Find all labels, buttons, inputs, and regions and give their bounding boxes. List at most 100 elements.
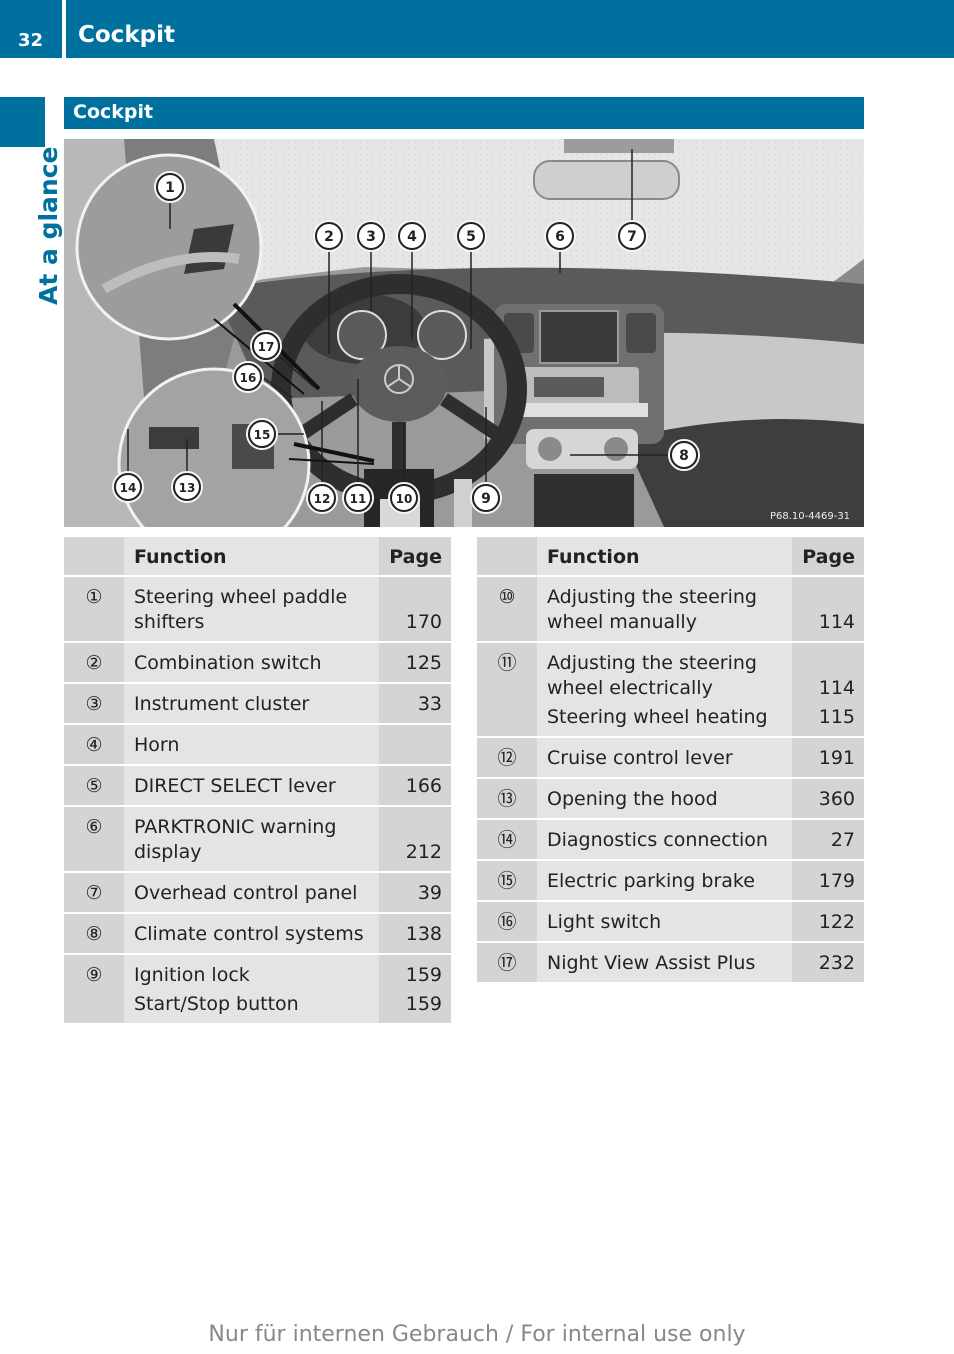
item-number: ⑪: [477, 643, 537, 738]
callout-label: 13: [179, 481, 196, 495]
callout-14: 14: [112, 471, 144, 503]
page-number-link[interactable]: 212: [383, 840, 442, 865]
function-cell: Steering wheel paddle shifters: [124, 577, 379, 643]
page-number-link[interactable]: 122: [796, 910, 855, 935]
callout-16: 16: [232, 361, 264, 393]
chapter-title: Cockpit: [78, 22, 175, 48]
page-cell: 138: [379, 914, 451, 955]
page-number-link[interactable]: 138: [383, 922, 442, 947]
page-reference[interactable]: 27: [796, 828, 855, 853]
callout-label: 15: [254, 428, 271, 442]
steering-wheel-hub: [351, 346, 447, 422]
function-table-left: Function Page ① Steering wheel paddle shif…: [64, 537, 451, 1025]
function-text: Steering wheel heating: [547, 706, 768, 728]
page-reference[interactable]: 125: [383, 651, 442, 676]
function-text: wheel electrically: [547, 677, 713, 699]
page-number-link[interactable]: 232: [796, 951, 855, 976]
page-number-link[interactable]: 125: [383, 651, 442, 676]
page-number-link[interactable]: 39: [383, 881, 442, 906]
page-reference[interactable]: 212: [383, 815, 442, 865]
page-number-link[interactable]: 33: [383, 692, 442, 717]
page-cell: 39: [379, 873, 451, 914]
function-entry: Steering wheel paddle shifters: [134, 585, 373, 635]
function-text: Cruise control lever: [547, 747, 733, 769]
page-cell: 159 159: [379, 955, 451, 1025]
page-reference[interactable]: [383, 733, 442, 758]
side-tab-marker: [0, 97, 45, 147]
function-entry: PARKTRONIC warning display: [134, 815, 373, 865]
function-cell: Electric parking brake: [537, 861, 792, 902]
page-reference[interactable]: 159: [383, 963, 442, 988]
table-row: ④ Horn: [64, 725, 451, 766]
table-row: ⑦ Overhead control panel 39: [64, 873, 451, 914]
page-reference[interactable]: 114: [796, 585, 855, 635]
page-number-link[interactable]: 166: [383, 774, 442, 799]
page-number-link[interactable]: 115: [796, 705, 855, 730]
function-cell: Combination switch: [124, 643, 379, 684]
callout-label: 17: [258, 340, 275, 354]
page-number-link[interactable]: 191: [796, 746, 855, 771]
page-reference[interactable]: 179: [796, 869, 855, 894]
function-entry: Electric parking brake: [547, 869, 786, 894]
page-reference[interactable]: 122: [796, 910, 855, 935]
page-reference[interactable]: 138: [383, 922, 442, 947]
page-reference[interactable]: 170: [383, 585, 442, 635]
function-text: PARKTRONIC warning: [134, 816, 337, 838]
page-cell: 232: [792, 943, 864, 984]
page-number-link[interactable]: 159: [383, 963, 442, 988]
callout-6: 6: [544, 220, 576, 252]
callout-label: 14: [120, 481, 137, 495]
page-reference[interactable]: 360: [796, 787, 855, 812]
section-heading-bar: Cockpit: [64, 97, 864, 129]
page-number-link[interactable]: [383, 733, 442, 758]
header-number: [477, 537, 537, 577]
function-cell: Cruise control lever: [537, 738, 792, 779]
page-number-link[interactable]: 159: [383, 992, 442, 1017]
page-reference[interactable]: 232: [796, 951, 855, 976]
page-number-link[interactable]: 360: [796, 787, 855, 812]
item-number: ⑩: [477, 577, 537, 643]
callout-7: 7: [616, 220, 648, 252]
page-number-link[interactable]: 114: [796, 610, 855, 635]
page-reference[interactable]: 39: [383, 881, 442, 906]
page-number-link[interactable]: 179: [796, 869, 855, 894]
item-number: ⑦: [64, 873, 124, 914]
page-reference[interactable]: 166: [383, 774, 442, 799]
callout-label: 11: [350, 492, 367, 506]
page-reference[interactable]: 191: [796, 746, 855, 771]
function-text: Instrument cluster: [134, 693, 310, 715]
page-number-link[interactable]: 170: [383, 610, 442, 635]
callout-11: 11: [342, 482, 374, 514]
cockpit-svg: 12 3 4 5 6 7891011121314151617 P68.10-4469-31: [64, 139, 864, 527]
function-entry: Steering wheel heating: [547, 705, 786, 730]
page-cell: 114: [792, 577, 864, 643]
page-number-bar: 32: [0, 0, 62, 58]
page-reference[interactable]: 115: [796, 705, 855, 730]
page-reference[interactable]: 114: [796, 651, 855, 701]
header-page: Page: [792, 537, 864, 577]
page-reference[interactable]: 33: [383, 692, 442, 717]
callout-13: 13: [171, 471, 203, 503]
page-cell: 122: [792, 902, 864, 943]
table-row: ② Combination switch 125: [64, 643, 451, 684]
item-number: ⑯: [477, 902, 537, 943]
item-number: ④: [64, 725, 124, 766]
function-cell: Night View Assist Plus: [537, 943, 792, 984]
function-cell: Climate control systems: [124, 914, 379, 955]
page-cell: 114 115: [792, 643, 864, 738]
callout-8: 8: [668, 439, 700, 471]
callout-label: 4: [407, 229, 417, 245]
page-cell: 179: [792, 861, 864, 902]
page-cell: 125: [379, 643, 451, 684]
function-text: Opening the hood: [547, 788, 718, 810]
page-number-link[interactable]: 114: [796, 676, 855, 701]
page-cell: 212: [379, 807, 451, 873]
page-number-link[interactable]: 27: [796, 828, 855, 853]
page-reference[interactable]: 159: [383, 992, 442, 1017]
table-header-row: Function Page: [477, 537, 864, 577]
item-number: ⑭: [477, 820, 537, 861]
header-number: [64, 537, 124, 577]
function-entry: Start/Stop button: [134, 992, 373, 1017]
function-entry: Diagnostics connection: [547, 828, 786, 853]
function-text: Diagnostics connection: [547, 829, 768, 851]
